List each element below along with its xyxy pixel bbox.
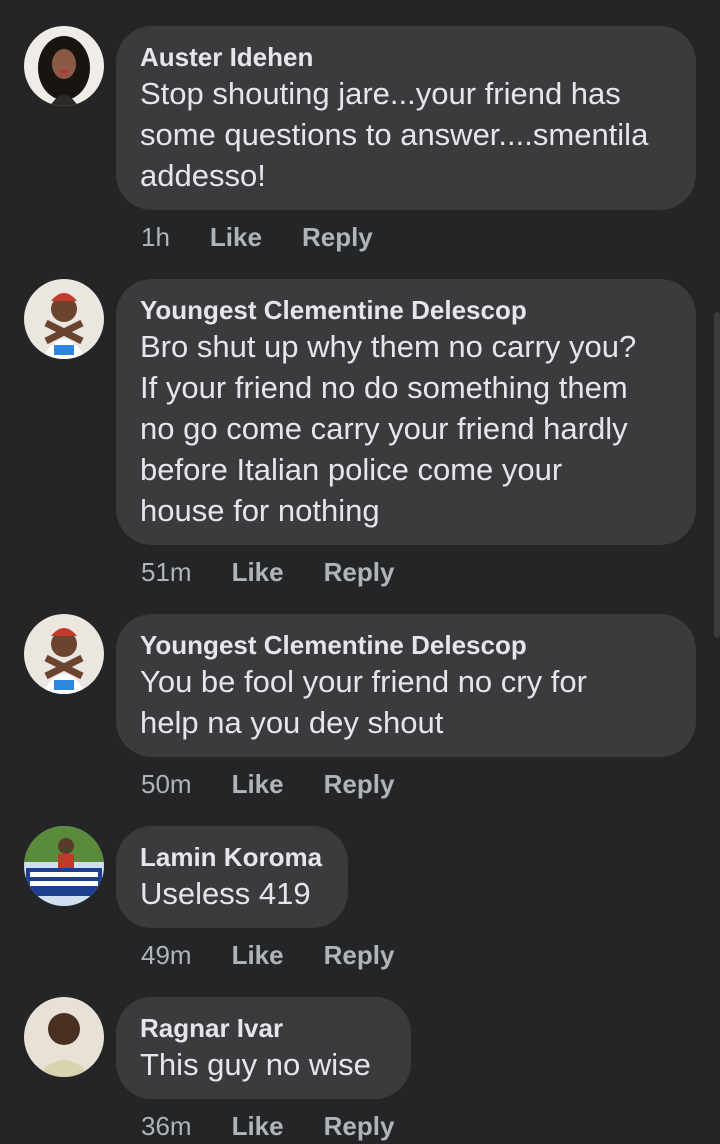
avatar[interactable] [24, 826, 104, 906]
comment-bubble: Auster Idehen Stop shouting jare...your … [116, 26, 696, 210]
reply-button[interactable]: Reply [324, 1111, 395, 1142]
avatar[interactable] [24, 26, 104, 106]
scrollbar[interactable] [714, 312, 720, 638]
like-button[interactable]: Like [232, 769, 284, 800]
comment-author[interactable]: Ragnar Ivar [140, 1012, 387, 1044]
comment-bubble: Lamin Koroma Useless 419 [116, 826, 348, 928]
comment-author[interactable]: Lamin Koroma [140, 841, 324, 873]
comment-actions: 36m Like Reply [141, 1111, 394, 1142]
avatar[interactable] [24, 997, 104, 1077]
comment-actions: 50m Like Reply [141, 769, 394, 800]
like-button[interactable]: Like [232, 557, 284, 588]
comment-text: You be fool your friend no cry for help … [140, 664, 587, 740]
avatar[interactable] [24, 279, 104, 359]
comment-bubble: Youngest Clementine Delescop Bro shut up… [116, 279, 696, 545]
comment-actions: 49m Like Reply [141, 940, 394, 971]
like-button[interactable]: Like [210, 222, 262, 253]
comment-time[interactable]: 36m [141, 1111, 192, 1142]
comment-time[interactable]: 51m [141, 557, 192, 588]
comment-time[interactable]: 49m [141, 940, 192, 971]
reply-button[interactable]: Reply [324, 769, 395, 800]
comment-bubble: Youngest Clementine Delescop You be fool… [116, 614, 696, 757]
comment-text: This guy no wise [140, 1047, 371, 1082]
reply-button[interactable]: Reply [324, 940, 395, 971]
comment-author[interactable]: Youngest Clementine Delescop [140, 294, 672, 326]
comment-text: Bro shut up why them no carry you? If yo… [140, 329, 637, 528]
comment-author[interactable]: Youngest Clementine Delescop [140, 629, 672, 661]
comment-time[interactable]: 50m [141, 769, 192, 800]
reply-button[interactable]: Reply [324, 557, 395, 588]
avatar[interactable] [24, 614, 104, 694]
comment-author[interactable]: Auster Idehen [140, 41, 672, 73]
like-button[interactable]: Like [232, 1111, 284, 1142]
reply-button[interactable]: Reply [302, 222, 373, 253]
comment-text: Stop shouting jare...your friend has som… [140, 76, 649, 193]
comment-actions: 1h Like Reply [141, 222, 373, 253]
comment-actions: 51m Like Reply [141, 557, 394, 588]
comment-bubble: Ragnar Ivar This guy no wise [116, 997, 411, 1099]
comment-time[interactable]: 1h [141, 222, 170, 253]
comment-text: Useless 419 [140, 876, 311, 911]
like-button[interactable]: Like [232, 940, 284, 971]
